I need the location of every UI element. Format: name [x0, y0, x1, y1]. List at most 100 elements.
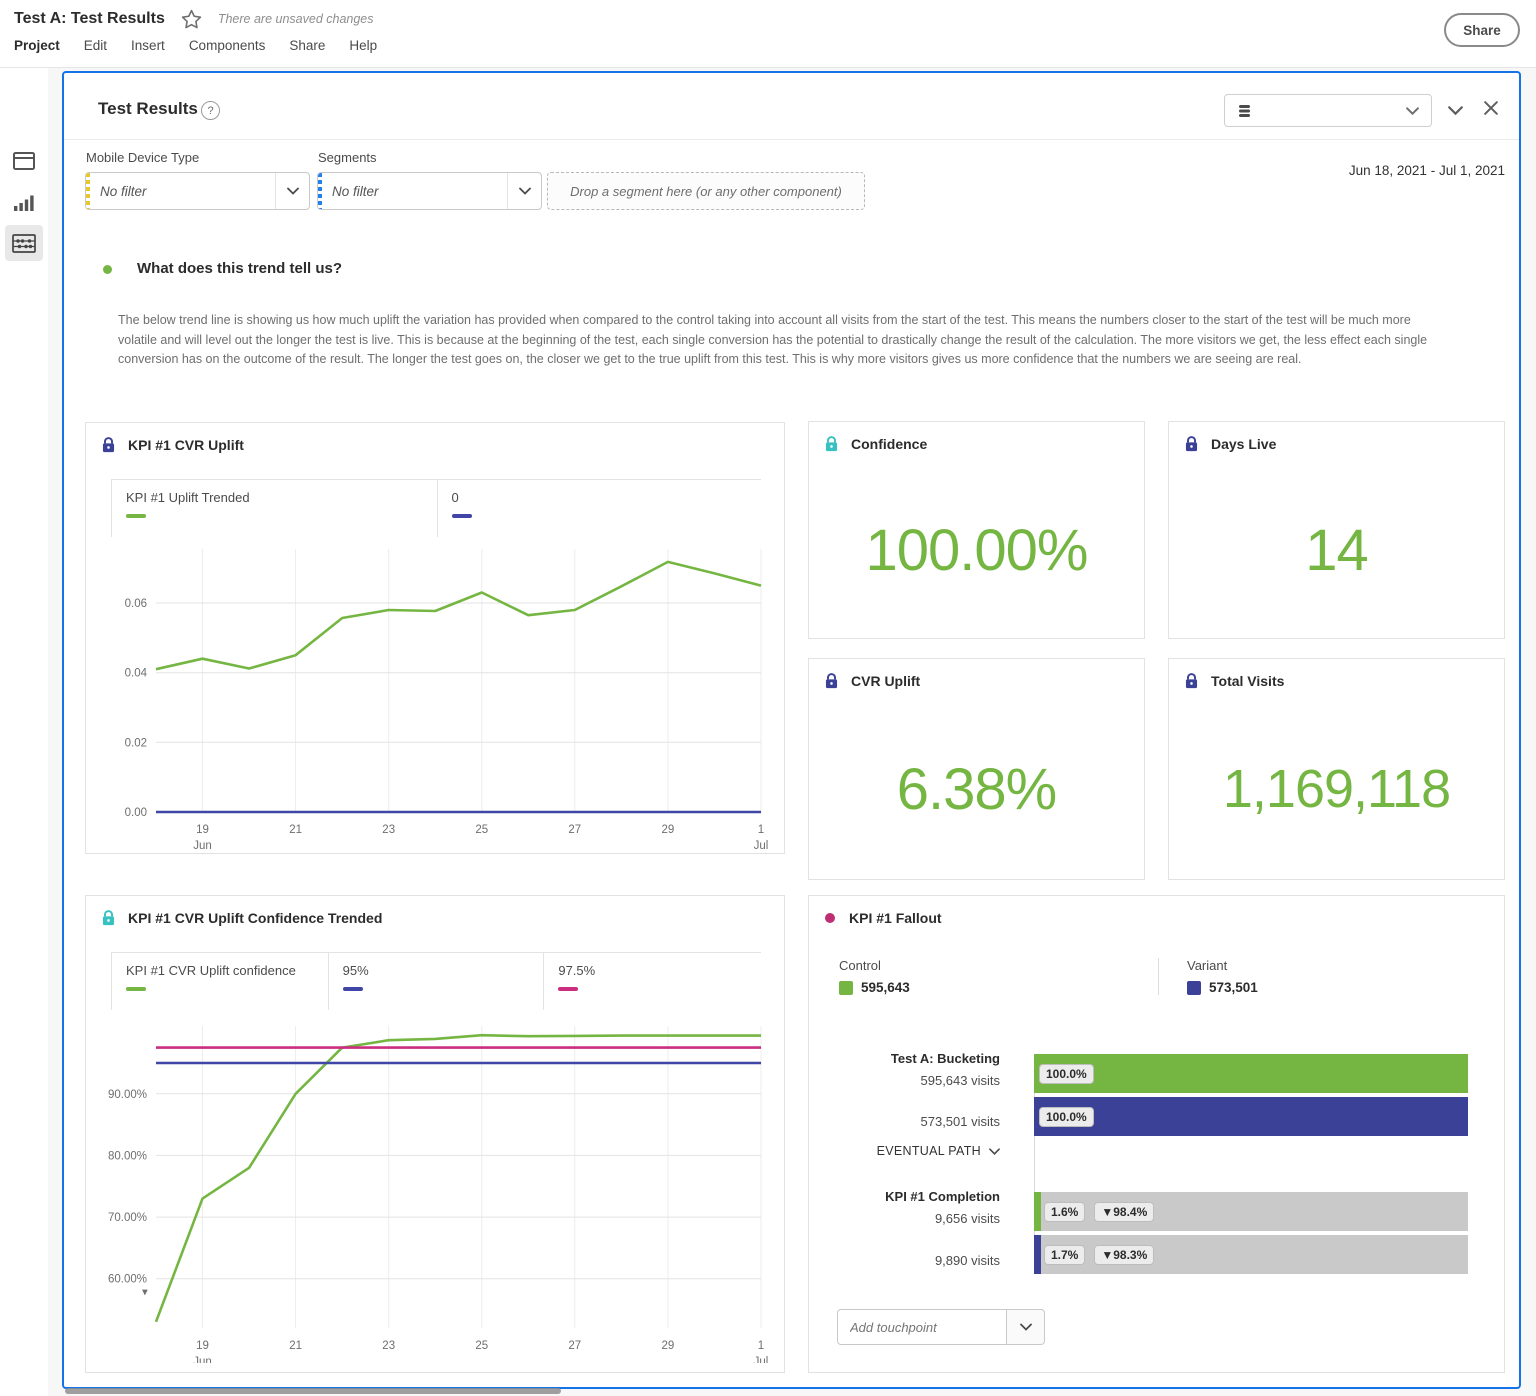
bar-dropoff-badge: ▼98.3%	[1094, 1244, 1155, 1265]
svg-text:25: 25	[475, 1340, 488, 1352]
card-title: Confidence	[851, 436, 928, 452]
lock-icon	[825, 436, 838, 452]
lock-icon	[1185, 436, 1198, 452]
date-range[interactable]: Jun 18, 2021 - Jul 1, 2021	[1349, 163, 1505, 178]
svg-text:27: 27	[568, 824, 581, 836]
series-swatch	[342, 987, 363, 991]
svg-text:29: 29	[662, 1340, 675, 1352]
fallout-step-visits: 595,643 visits	[920, 1073, 1001, 1088]
svg-text:80.00%: 80.00%	[108, 1150, 147, 1162]
svg-text:25: 25	[475, 824, 488, 836]
horizontal-scrollbar[interactable]	[65, 1388, 561, 1394]
series-swatch	[126, 987, 146, 991]
chevron-down-icon	[275, 173, 309, 209]
favorite-star-icon[interactable]	[181, 9, 202, 29]
fallout-bar-variant[interactable]: 1.7% ▼98.3%	[1034, 1235, 1468, 1274]
svg-text:19: 19	[196, 1340, 209, 1352]
close-panel-icon[interactable]	[1484, 101, 1498, 120]
cvr-uplift-value: 6.38%	[896, 756, 1057, 822]
segment-drop-zone[interactable]: Drop a segment here (or any other compon…	[547, 172, 865, 210]
total-visits-value: 1,169,118	[1222, 759, 1451, 819]
confidence-value: 100.00%	[865, 517, 1089, 583]
panels-icon[interactable]	[11, 148, 37, 174]
add-touchpoint-input[interactable]	[837, 1309, 1007, 1345]
confidence-card: Confidence 100.00%	[808, 421, 1145, 639]
card-title: Total Visits	[1211, 673, 1285, 689]
abacus-icon	[12, 233, 36, 253]
lock-icon	[1185, 673, 1198, 689]
card-title: Days Live	[1211, 436, 1277, 452]
svg-text:0.00: 0.00	[125, 807, 147, 819]
series-swatch	[558, 987, 579, 991]
svg-text:Jul: Jul	[754, 840, 769, 852]
left-rail	[0, 68, 48, 1396]
svg-text:70.00%: 70.00%	[108, 1212, 147, 1224]
panel-data-source-dropdown[interactable]	[1224, 94, 1432, 127]
bar-percent-badge: 1.7%	[1044, 1244, 1086, 1265]
eventual-path-dropdown[interactable]: EVENTUAL PATH	[837, 1144, 1000, 1158]
legend-item[interactable]: 97.5%	[543, 953, 761, 1010]
collapse-panel-chevron-icon[interactable]	[1448, 102, 1463, 120]
menu-share[interactable]: Share	[289, 38, 325, 53]
add-touchpoint-combo	[837, 1309, 1045, 1345]
fallout-bar-control[interactable]: 1.6% ▼98.4%	[1034, 1192, 1468, 1231]
bar-dropoff-badge: ▼98.4%	[1094, 1201, 1155, 1222]
menu-edit[interactable]: Edit	[84, 38, 107, 53]
svg-text:1: 1	[758, 824, 764, 836]
menu-insert[interactable]: Insert	[131, 38, 165, 53]
legend-item-control[interactable]: Control 595,643	[837, 958, 1158, 995]
fallout-bar-control[interactable]: 100.0%	[1034, 1054, 1468, 1093]
components-icon-selected[interactable]	[5, 225, 43, 261]
svg-text:21: 21	[289, 824, 302, 836]
svg-text:23: 23	[382, 824, 395, 836]
svg-text:0.04: 0.04	[125, 668, 148, 680]
share-button[interactable]: Share	[1444, 13, 1520, 47]
device-filter-dropdown[interactable]: No filter	[85, 172, 310, 210]
legend-item[interactable]: 0	[436, 480, 762, 537]
workspace-page: Test A: Test Results There are unsaved c…	[0, 0, 1536, 1396]
text-block-bullet	[103, 265, 112, 274]
chevron-down-icon	[1019, 1323, 1032, 1331]
uplift-trended-line-chart: 0.00 0.02 0.04 0.06 19 Jun 21 23 25 27 29 1 Jul	[125, 549, 769, 852]
segments-filter-dropdown[interactable]: No filter	[317, 172, 542, 210]
chart-title: KPI #1 CVR Uplift Confidence Trended	[128, 910, 383, 926]
menu-bar: Project Edit Insert Components Share Hel…	[14, 38, 377, 53]
chart-title: KPI #1 CVR Uplift	[128, 437, 244, 453]
fallout-bar-variant[interactable]: 100.0%	[1034, 1097, 1468, 1136]
legend-item[interactable]: KPI #1 Uplift Trended	[112, 480, 437, 537]
database-icon	[1237, 104, 1252, 118]
help-icon[interactable]: ?	[201, 101, 220, 120]
unsaved-changes-notice: There are unsaved changes	[217, 12, 374, 26]
add-touchpoint-chevron-button[interactable]	[1007, 1309, 1045, 1345]
confidence-trended-line-chart: 60.00% 70.00% 80.00% 90.00% ▾ 19 Jun 21 23 25 27 29…	[108, 1026, 768, 1363]
fallout-card: KPI #1 Fallout Control 595,643 Variant 5…	[808, 895, 1505, 1373]
bar-percent-badge: 100.0%	[1039, 1063, 1094, 1084]
segments-filter-label: Segments	[318, 150, 377, 165]
days-live-value: 14	[1305, 517, 1369, 583]
svg-text:Jun: Jun	[193, 840, 212, 852]
menu-components[interactable]: Components	[189, 38, 266, 53]
bar-continued-sliver	[1034, 1235, 1041, 1274]
legend-item-variant[interactable]: Variant 573,501	[1158, 958, 1479, 995]
visualizations-icon[interactable]	[11, 190, 37, 216]
fallout-step-visits: 9,656 visits	[934, 1211, 1000, 1226]
fallout-dot-icon	[825, 913, 835, 923]
chevron-down-icon	[1406, 106, 1419, 115]
series-swatch	[1187, 980, 1201, 995]
svg-text:27: 27	[568, 1340, 581, 1352]
legend-item[interactable]: 95%	[327, 953, 544, 1010]
fallout-step-visits: 9,890 visits	[934, 1253, 1000, 1268]
legend-item[interactable]: KPI #1 CVR Uplift confidence	[112, 953, 328, 1010]
series-swatch	[451, 514, 472, 518]
svg-text:29: 29	[662, 824, 675, 836]
svg-text:▾: ▾	[142, 1287, 148, 1299]
menu-help[interactable]: Help	[349, 38, 377, 53]
svg-text:0.06: 0.06	[125, 598, 147, 610]
chevron-down-icon	[507, 173, 541, 209]
menu-project[interactable]: Project	[14, 38, 60, 53]
chart-legend: KPI #1 Uplift Trended 0	[111, 479, 761, 537]
description-heading: What does this trend tell us?	[137, 260, 343, 277]
fallout-step-label: KPI #1 Completion	[885, 1189, 1000, 1204]
svg-text:0.02: 0.02	[125, 737, 147, 749]
fallout-step-visits: 573,501 visits	[920, 1114, 1001, 1129]
